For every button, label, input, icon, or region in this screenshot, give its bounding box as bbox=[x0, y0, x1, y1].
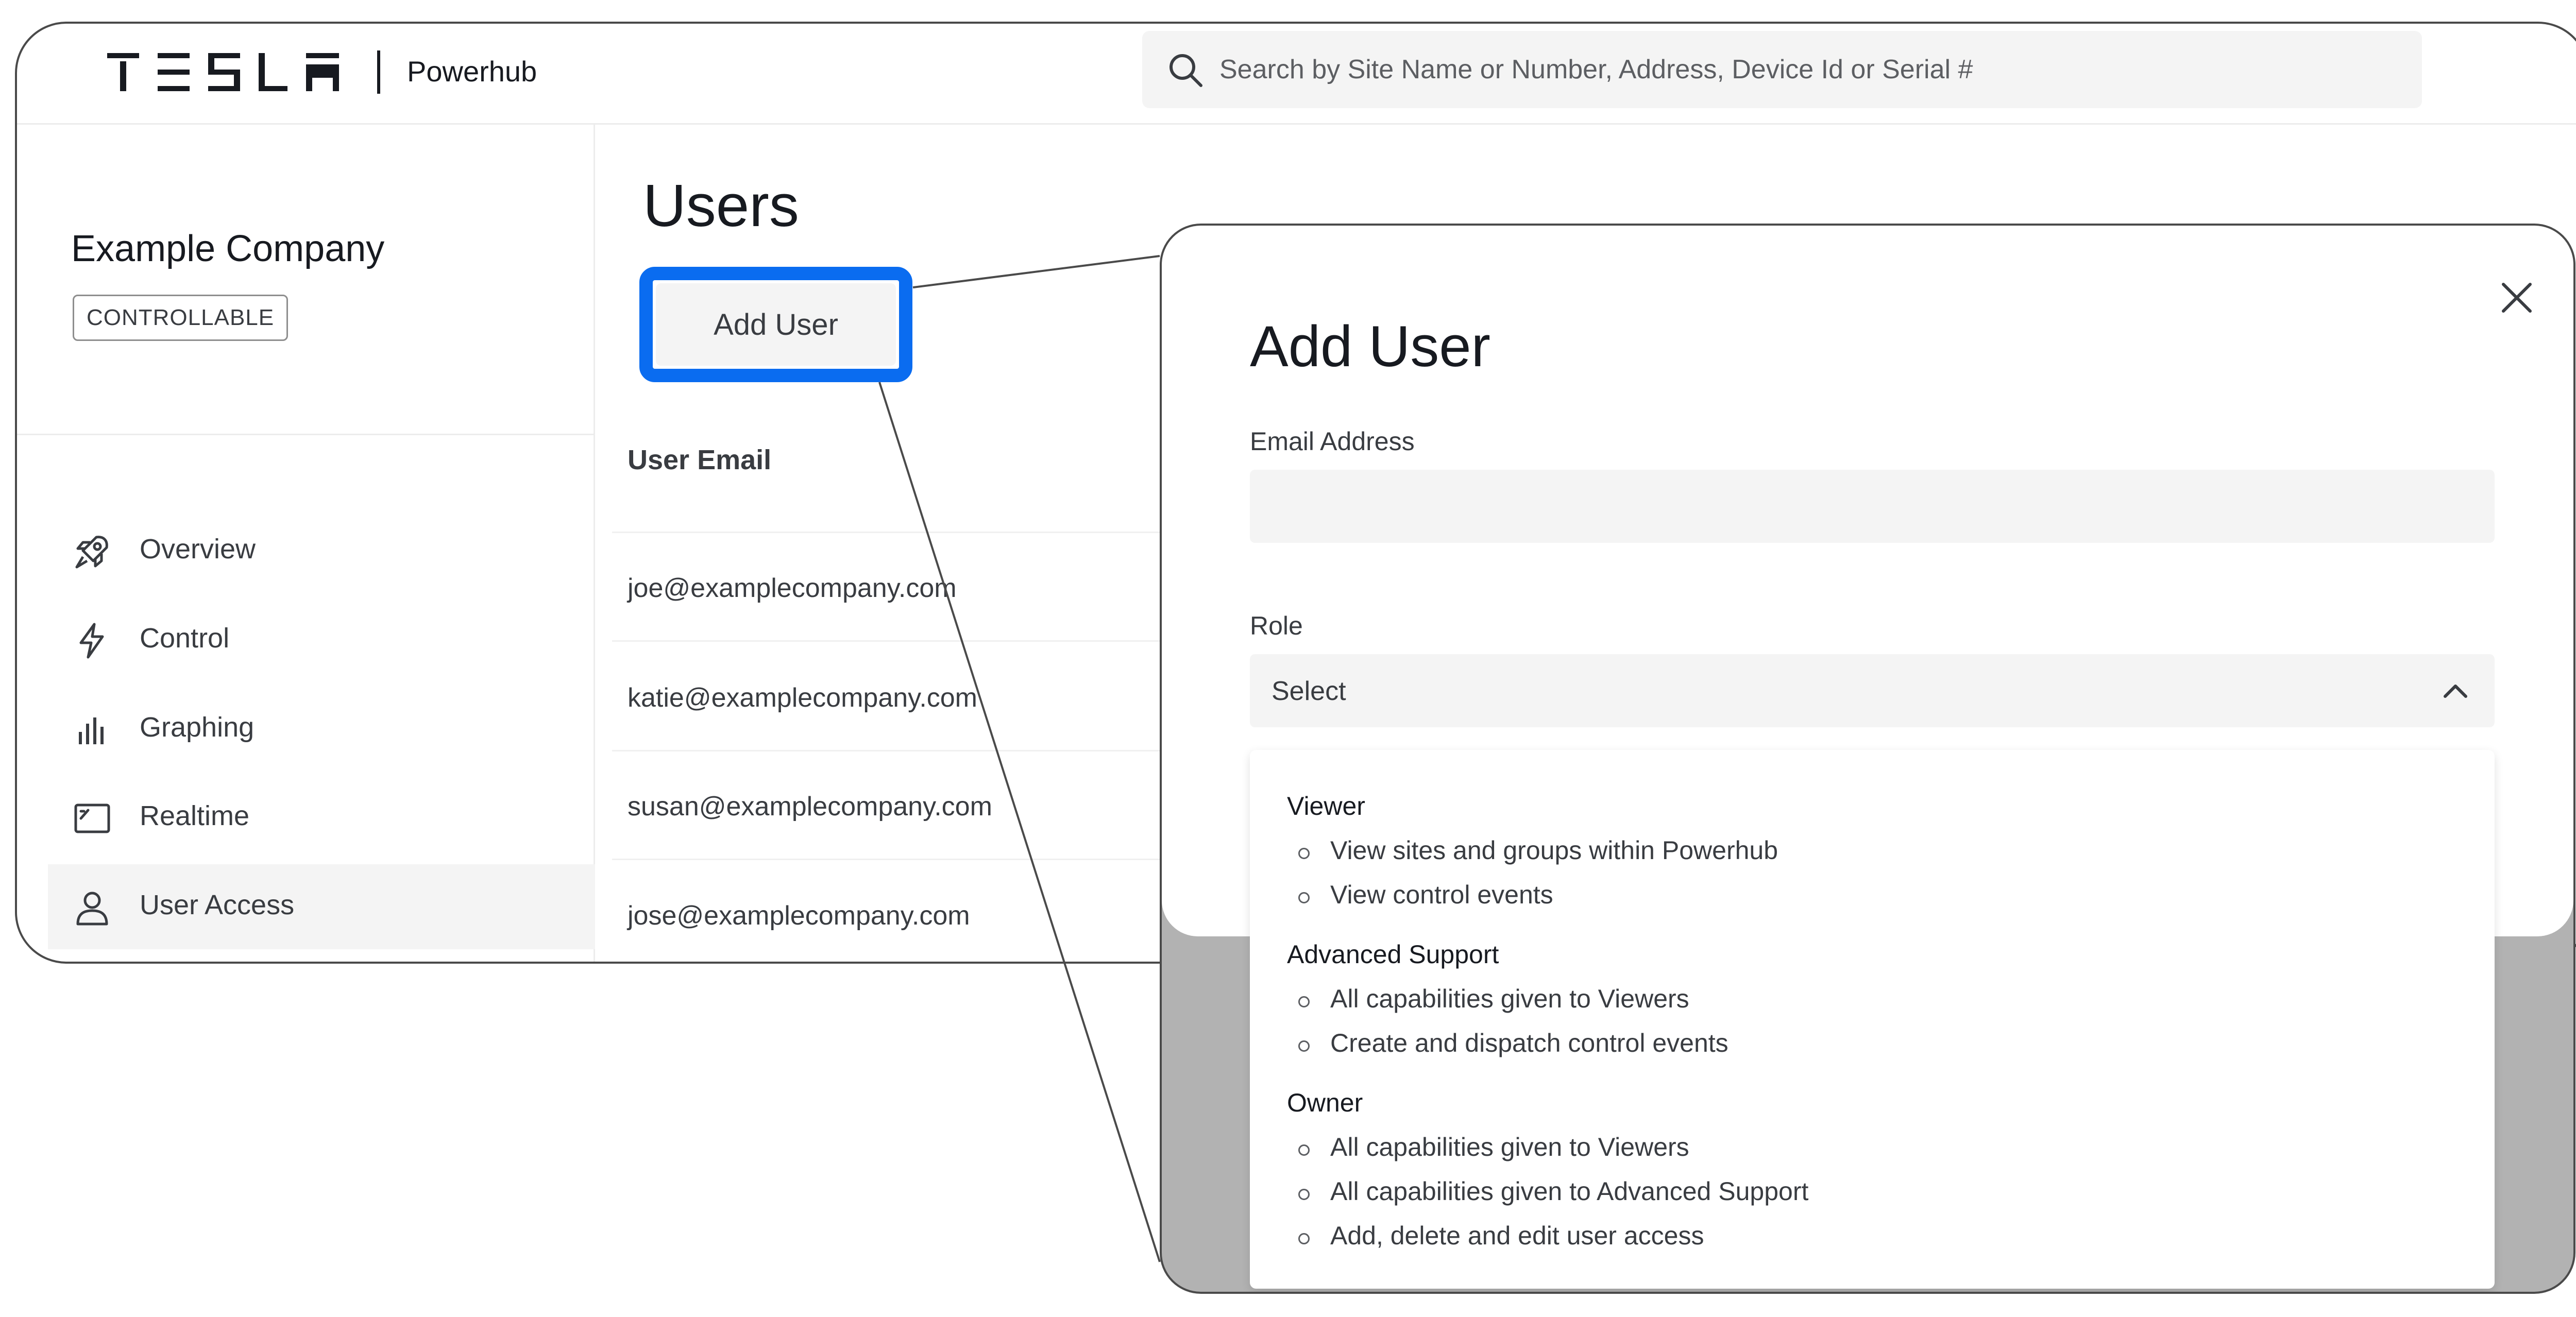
logo-divider bbox=[377, 50, 380, 94]
gauge-window-icon bbox=[74, 803, 110, 833]
role-option-viewer[interactable]: Viewer bbox=[1287, 791, 1365, 821]
role-select-value: Select bbox=[1272, 676, 1346, 706]
role-capability: All capabilities given to Viewers bbox=[1298, 1133, 1689, 1161]
table-row[interactable]: jose@examplecompany.com bbox=[628, 900, 970, 931]
sidebar-item-user-access[interactable]: User Access bbox=[48, 864, 595, 949]
add-user-highlight: Add User bbox=[639, 267, 912, 382]
sidebar-item-graphing[interactable]: Graphing bbox=[48, 687, 595, 772]
add-user-button[interactable]: Add User bbox=[656, 283, 896, 366]
sidebar: Example Company CONTROLLABLE Overview Co… bbox=[17, 125, 595, 962]
tesla-logo-icon[interactable] bbox=[107, 52, 344, 93]
sidebar-divider bbox=[17, 434, 595, 435]
lightning-bolt-icon bbox=[79, 623, 104, 659]
sidebar-item-realtime[interactable]: Realtime bbox=[48, 775, 595, 860]
sidebar-item-label: User Access bbox=[140, 890, 295, 920]
status-badge: CONTROLLABLE bbox=[73, 295, 289, 341]
search-icon bbox=[1170, 54, 1202, 87]
sidebar-item-label: Realtime bbox=[140, 800, 250, 831]
table-row[interactable]: susan@examplecompany.com bbox=[628, 791, 992, 822]
user-icon bbox=[76, 892, 108, 926]
role-capability: All capabilities given to Viewers bbox=[1298, 984, 1689, 1013]
company-name: Example Company bbox=[71, 228, 385, 269]
role-capability: All capabilities given to Advanced Suppo… bbox=[1298, 1177, 1809, 1206]
top-bar: Powerhub bbox=[17, 24, 2576, 125]
role-capability: Add, delete and edit user access bbox=[1298, 1221, 1704, 1250]
bar-chart-icon bbox=[79, 717, 104, 744]
role-option-owner[interactable]: Owner bbox=[1287, 1088, 1363, 1118]
role-capability: View control events bbox=[1298, 880, 1553, 909]
column-header-user-email[interactable]: User Email bbox=[628, 444, 771, 476]
page-title: Users bbox=[643, 172, 799, 239]
sidebar-item-control[interactable]: Control bbox=[48, 597, 595, 682]
role-dropdown: Viewer View sites and groups within Powe… bbox=[1250, 750, 2495, 1289]
email-field[interactable] bbox=[1250, 470, 2495, 543]
sidebar-item-label: Graphing bbox=[140, 712, 255, 743]
search-bar[interactable] bbox=[1142, 31, 2422, 108]
add-user-modal: Add User Email Address Role Select Viewe… bbox=[1160, 224, 2575, 1294]
email-label: Email Address bbox=[1250, 427, 1415, 456]
modal-title: Add User bbox=[1250, 314, 1490, 379]
role-label: Role bbox=[1250, 611, 1303, 640]
role-option-advanced-support[interactable]: Advanced Support bbox=[1287, 939, 1499, 969]
sidebar-item-label: Overview bbox=[140, 534, 256, 565]
role-capability: Create and dispatch control events bbox=[1298, 1029, 1728, 1057]
app-name: Powerhub bbox=[407, 55, 537, 88]
table-row[interactable]: katie@examplecompany.com bbox=[628, 682, 977, 713]
rocket-icon bbox=[75, 536, 108, 569]
search-input[interactable] bbox=[1219, 31, 2404, 108]
close-icon[interactable] bbox=[2496, 277, 2537, 318]
role-capability: View sites and groups within Powerhub bbox=[1298, 836, 1778, 865]
role-select[interactable]: Select bbox=[1250, 654, 2495, 727]
sidebar-item-overview[interactable]: Overview bbox=[48, 508, 595, 593]
chevron-up-icon[interactable] bbox=[2440, 676, 2471, 707]
sidebar-item-label: Control bbox=[140, 623, 230, 654]
table-row[interactable]: joe@examplecompany.com bbox=[628, 573, 957, 604]
